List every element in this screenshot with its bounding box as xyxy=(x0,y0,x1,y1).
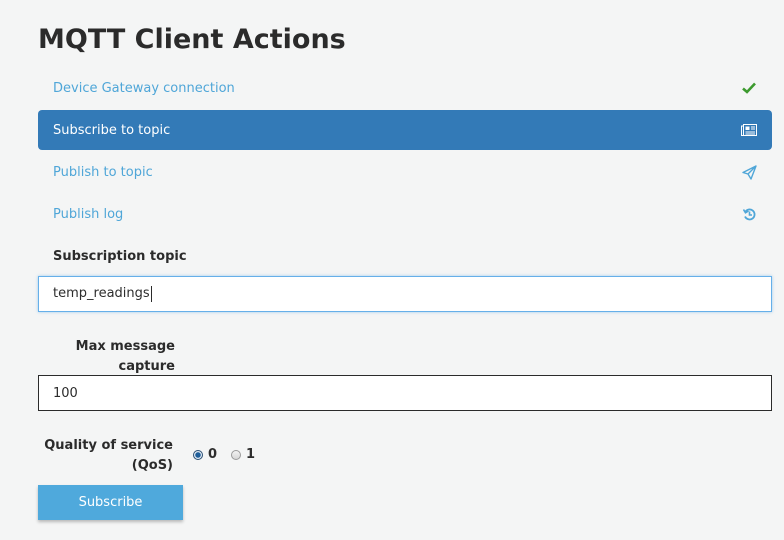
nav-item-publish-to-topic[interactable]: Publish to topic xyxy=(38,152,772,192)
qos-option-label: 1 xyxy=(246,447,256,462)
paper-plane-icon xyxy=(741,164,757,180)
qos-option-1[interactable]: 1 xyxy=(231,447,255,462)
newspaper-icon xyxy=(741,122,757,138)
label-line: Max message xyxy=(75,339,175,354)
nav-item-label: Subscribe to topic xyxy=(53,122,171,138)
nav-item-device-gateway-connection[interactable]: Device Gateway connection xyxy=(38,68,772,108)
subscribe-button[interactable]: Subscribe xyxy=(38,485,183,520)
actions-nav: Device Gateway connection Subscribe to t… xyxy=(38,68,772,236)
qos-radio-1[interactable] xyxy=(231,449,242,460)
subscription-topic-input[interactable] xyxy=(38,276,772,312)
max-message-capture-label: Max message capture xyxy=(38,337,175,377)
qos-label: Quality of service (QoS) xyxy=(38,436,173,476)
qos-radio-group: 0 1 xyxy=(193,447,269,462)
label-line: Quality of service xyxy=(44,438,173,453)
nav-item-label: Publish log xyxy=(53,206,124,222)
qos-radio-0[interactable] xyxy=(193,449,203,460)
nav-item-publish-log[interactable]: Publish log xyxy=(38,194,772,234)
label-line: (QoS) xyxy=(131,458,173,473)
check-icon xyxy=(741,80,757,96)
nav-item-label: Device Gateway connection xyxy=(53,80,235,96)
qos-option-label: 0 xyxy=(208,447,218,462)
label-line: capture xyxy=(118,359,175,374)
history-icon xyxy=(741,206,757,222)
nav-item-label: Publish to topic xyxy=(53,164,153,180)
page-title: MQTT Client Actions xyxy=(38,24,346,55)
max-message-capture-input[interactable] xyxy=(38,375,772,411)
subscription-topic-label: Subscription topic xyxy=(53,249,187,264)
nav-item-subscribe-to-topic[interactable]: Subscribe to topic xyxy=(38,110,772,150)
qos-option-0[interactable]: 0 xyxy=(193,447,217,462)
